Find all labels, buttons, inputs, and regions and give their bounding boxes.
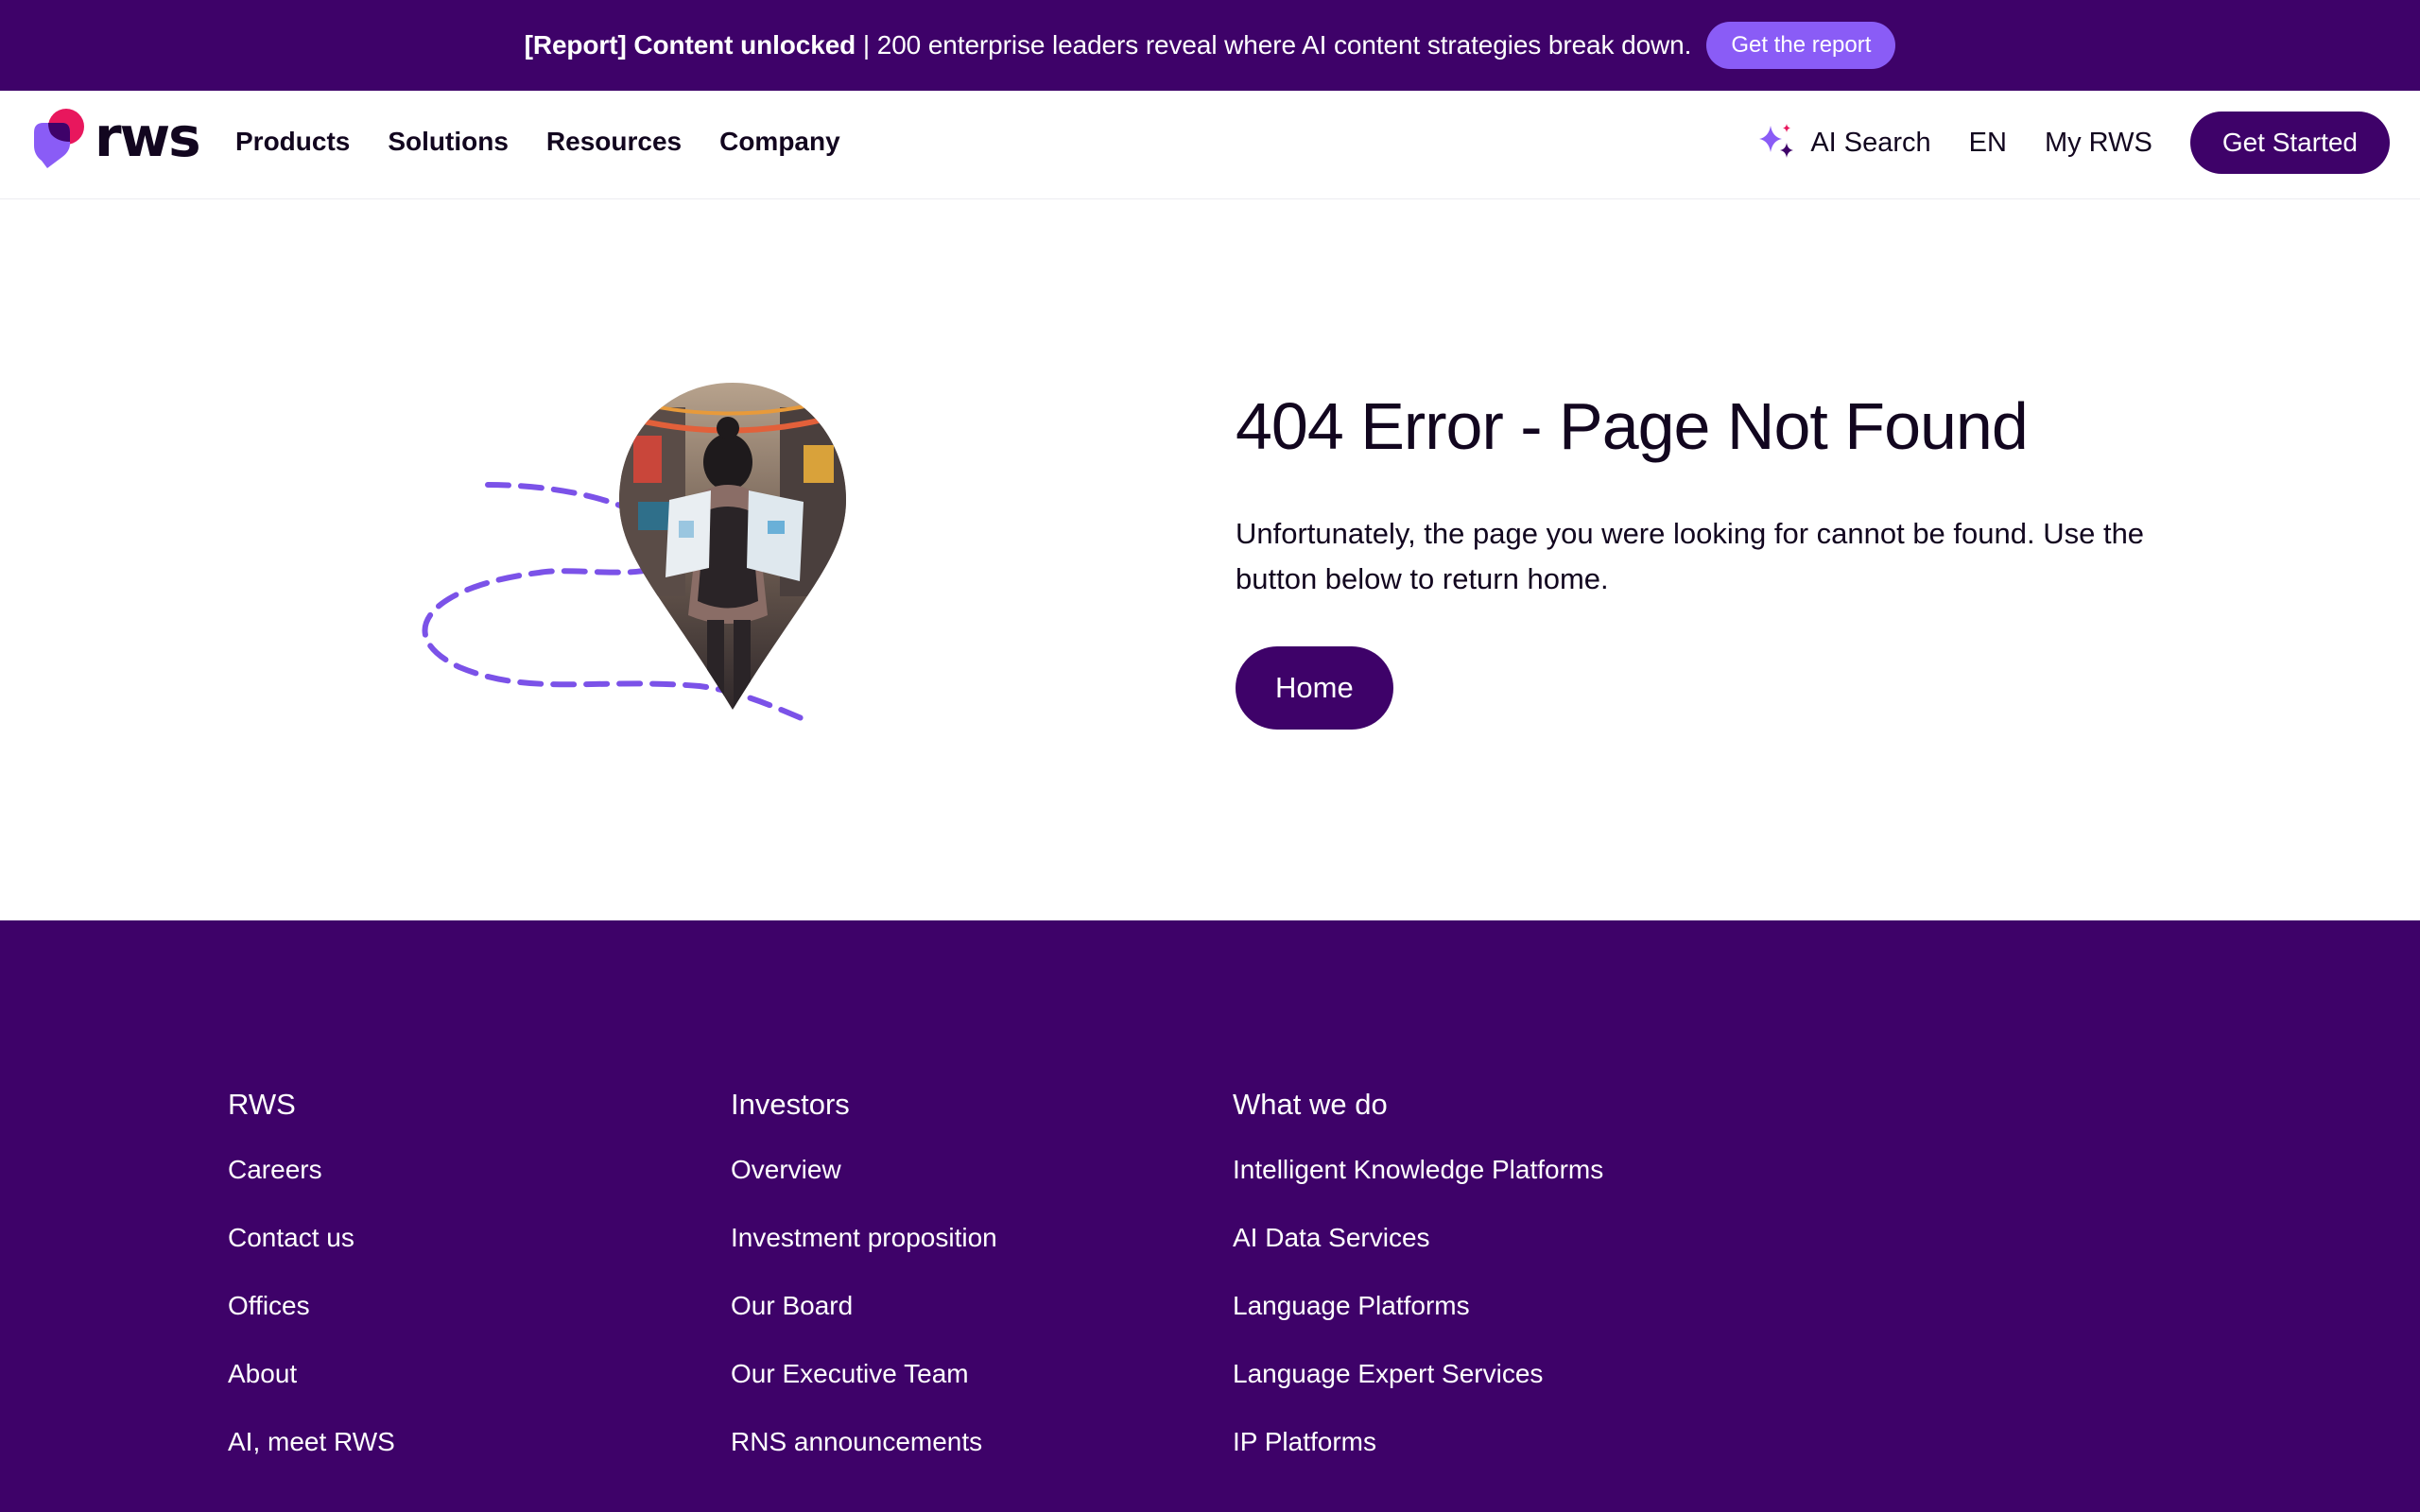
header-actions: AI Search EN My RWS Get Started bbox=[1755, 91, 2390, 195]
footer-link-overview[interactable]: Overview bbox=[731, 1151, 997, 1219]
footer-heading: RWS bbox=[228, 1088, 296, 1121]
ai-search-button[interactable]: AI Search bbox=[1755, 122, 1931, 163]
error-description: Unfortunately, the page you were looking… bbox=[1236, 517, 2145, 595]
my-rws-link[interactable]: My RWS bbox=[2045, 128, 2152, 159]
rws-logo[interactable]: rws bbox=[32, 105, 201, 172]
error-section: 404 Error - Page Not Found Unfortunately… bbox=[0, 199, 2420, 920]
footer-link-about[interactable]: About bbox=[228, 1355, 395, 1423]
get-the-report-button[interactable]: Get the report bbox=[1706, 22, 1896, 69]
footer-link-contact-us[interactable]: Contact us bbox=[228, 1219, 395, 1287]
banner-text: [Report] Content unlocked | 200 enterpri… bbox=[525, 30, 1692, 60]
traveler-photo bbox=[619, 383, 846, 710]
footer-link-our-board[interactable]: Our Board bbox=[731, 1287, 997, 1355]
footer-heading: What we do bbox=[1233, 1088, 1388, 1121]
footer-link-offices[interactable]: Offices bbox=[228, 1287, 395, 1355]
nav-resources[interactable]: Resources bbox=[546, 127, 682, 157]
footer-link-investment-proposition[interactable]: Investment proposition bbox=[731, 1219, 997, 1287]
footer-link-language-expert-services[interactable]: Language Expert Services bbox=[1233, 1355, 1603, 1423]
get-started-button[interactable]: Get Started bbox=[2189, 112, 2390, 174]
error-title: 404 Error - Page Not Found bbox=[1236, 389, 2029, 463]
logo-wordmark: rws bbox=[95, 105, 201, 169]
footer-link-careers[interactable]: Careers bbox=[228, 1151, 395, 1219]
nav-solutions[interactable]: Solutions bbox=[388, 127, 509, 157]
footer-heading: Investors bbox=[731, 1088, 850, 1121]
footer-link-rns-announcements[interactable]: RNS announcements bbox=[731, 1423, 997, 1491]
home-button[interactable]: Home bbox=[1236, 646, 1393, 730]
footer-link-our-executive-team[interactable]: Our Executive Team bbox=[731, 1355, 997, 1423]
language-selector[interactable]: EN bbox=[1969, 128, 2007, 159]
rws-logo-mark bbox=[34, 109, 84, 168]
footer-link-ip-platforms[interactable]: IP Platforms bbox=[1233, 1423, 1603, 1491]
footer-link-ai-data-services[interactable]: AI Data Services bbox=[1233, 1219, 1603, 1287]
site-footer: RWS Careers Contact us Offices About AI,… bbox=[0, 920, 2420, 1512]
ai-search-label: AI Search bbox=[1810, 127, 1931, 158]
banner-headline: [Report] Content unlocked bbox=[524, 30, 856, 60]
nav-products[interactable]: Products bbox=[235, 127, 350, 157]
site-header: rws Products Solutions Resources Company… bbox=[0, 91, 2420, 199]
footer-link-intelligent-knowledge-platforms[interactable]: Intelligent Knowledge Platforms bbox=[1233, 1151, 1603, 1219]
sparkle-icon bbox=[1759, 124, 1794, 158]
footer-column-what-we-do: What we do Intelligent Knowledge Platfor… bbox=[1233, 1088, 1603, 1491]
footer-column-rws: RWS Careers Contact us Offices About AI,… bbox=[228, 1088, 395, 1491]
error-illustration bbox=[422, 383, 846, 722]
footer-link-ai-meet-rws[interactable]: AI, meet RWS bbox=[228, 1423, 395, 1491]
announcement-banner: [Report] Content unlocked | 200 enterpri… bbox=[0, 0, 2420, 91]
main-nav: Products Solutions Resources Company bbox=[235, 91, 840, 193]
footer-column-investors: Investors Overview Investment propositio… bbox=[731, 1088, 997, 1491]
banner-message: | 200 enterprise leaders reveal where AI… bbox=[856, 30, 1692, 60]
footer-link-language-platforms[interactable]: Language Platforms bbox=[1233, 1287, 1603, 1355]
nav-company[interactable]: Company bbox=[719, 127, 840, 157]
